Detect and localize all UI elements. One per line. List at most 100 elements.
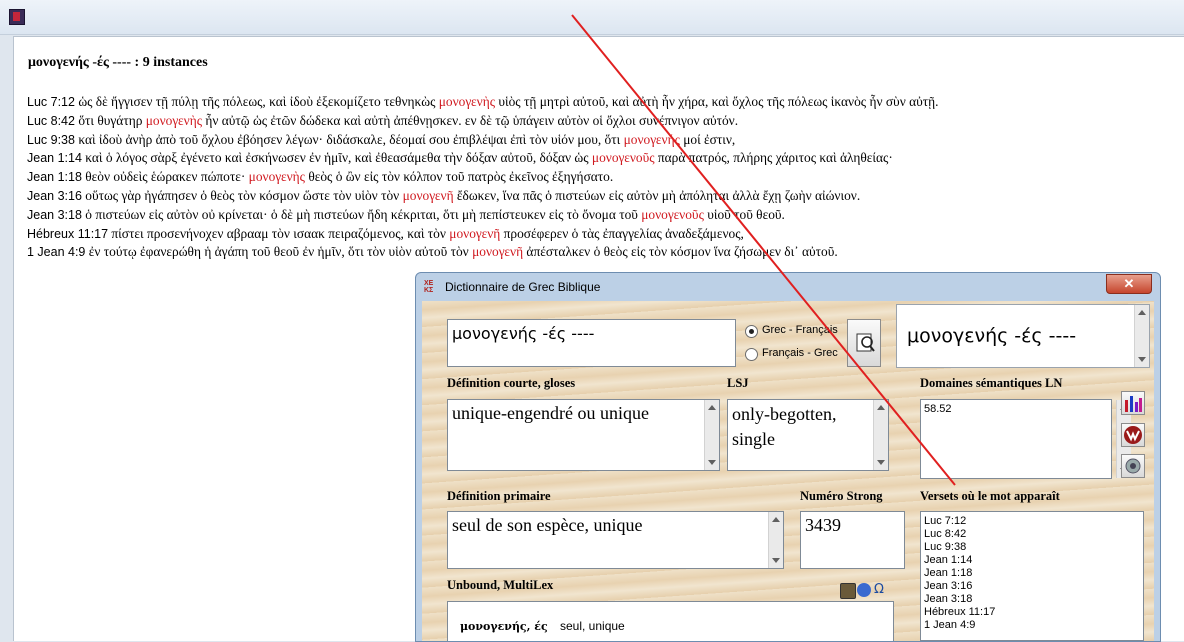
verse-line: Jean 3:16 οὕτως γὰρ ἠγάπησεν ὁ θεὸς τὸν … bbox=[27, 188, 860, 204]
verse-list-item[interactable]: Luc 7:12 bbox=[924, 515, 966, 527]
primary-definition-label: Définition primaire bbox=[447, 489, 551, 503]
unbound-multilex-label: Unbound, MultiLex bbox=[447, 578, 554, 592]
verse-list-item[interactable]: Luc 8:42 bbox=[924, 528, 966, 540]
verse-list-item[interactable]: Jean 3:18 bbox=[924, 593, 972, 605]
dictionary-dialog: ΧΕ ΚΣ Dictionnaire de Grec Biblique ✕ μο… bbox=[415, 272, 1161, 642]
close-button[interactable]: ✕ bbox=[1106, 274, 1152, 294]
highlighted-word[interactable]: μονογενὴς bbox=[439, 94, 495, 109]
verse-line: Jean 3:18 ὁ πιστεύων εἰς αὐτὸν οὐ κρίνετ… bbox=[27, 207, 785, 223]
dialog-titlebar[interactable]: ΧΕ ΚΣ Dictionnaire de Grec Biblique ✕ bbox=[416, 273, 1160, 301]
highlighted-word[interactable]: μονογενής bbox=[624, 132, 680, 147]
verse-line: Jean 1:18 θεὸν οὐδεὶς ἑώρακεν πώποτε· μο… bbox=[27, 169, 613, 185]
highlighted-word[interactable]: μονογενοῦς bbox=[641, 207, 704, 222]
search-icon bbox=[856, 333, 875, 352]
chart-button[interactable] bbox=[1121, 391, 1145, 415]
highlighted-word[interactable]: μονογενοῦς bbox=[592, 150, 655, 165]
verse-reference[interactable]: Jean 3:16 bbox=[27, 189, 82, 203]
strong-number-value: 3439 bbox=[805, 515, 841, 535]
unbound-multilex-field[interactable]: μονογενής, ές seul, unique bbox=[447, 601, 894, 641]
verse-text: οὕτως γὰρ ἠγάπησεν ὁ θεὸς τὸν κόσμον ὥστ… bbox=[81, 188, 403, 203]
dialog-title: Dictionnaire de Grec Biblique bbox=[445, 280, 601, 294]
verse-list-item[interactable]: Jean 1:18 bbox=[924, 567, 972, 579]
verse-reference[interactable]: Jean 1:18 bbox=[27, 170, 82, 184]
short-definition-label: Définition courte, gloses bbox=[447, 376, 576, 390]
verse-text: ὅτι θυγάτηρ bbox=[74, 112, 146, 128]
verse-line: Luc 9:38 καὶ ἰδοὺ ἀνὴρ ἀπὸ τοῦ ὄχλου ἐβό… bbox=[27, 132, 735, 148]
highlighted-word[interactable]: μονογενῆ bbox=[472, 244, 523, 259]
short-definition-scrollbar[interactable] bbox=[704, 400, 719, 470]
unbound-toolbar: Ω bbox=[840, 582, 890, 599]
verse-reference[interactable]: Jean 1:14 bbox=[27, 151, 82, 165]
semantic-domain-value: 58.52 bbox=[924, 403, 952, 415]
bar-chart-icon bbox=[1125, 396, 1142, 412]
radio-francais-grec[interactable] bbox=[745, 348, 758, 361]
radio-grec-francais[interactable] bbox=[745, 325, 758, 338]
verse-reference[interactable]: 1 Jean 4:9 bbox=[27, 245, 85, 259]
search-value: μονογενής -ές ---- bbox=[452, 324, 595, 343]
verse-text: καὶ ὁ λόγος σὰρξ ἐγένετο καὶ ἐσκήνωσεν ἐ… bbox=[81, 150, 592, 166]
selected-word: μονογενής -ές ---- bbox=[907, 325, 1077, 347]
main-window-titlebar bbox=[0, 0, 1184, 35]
verse-reference[interactable]: Luc 7:12 bbox=[27, 95, 75, 109]
verse-reference[interactable]: Luc 9:38 bbox=[27, 133, 75, 147]
verse-line: 1 Jean 4:9 ἐν τούτῳ ἐφανερώθη ἡ ἀγάπη το… bbox=[27, 244, 838, 260]
display-scrollbar[interactable] bbox=[1134, 305, 1149, 367]
verse-list-item[interactable]: Hébreux 11:17 bbox=[924, 606, 995, 618]
primary-definition-value: seul de son espèce, unique bbox=[452, 515, 643, 535]
unbound-definition: seul, unique bbox=[560, 619, 625, 633]
download-icon[interactable] bbox=[857, 583, 871, 597]
verse-list-item[interactable]: Luc 9:38 bbox=[924, 541, 966, 553]
omega-icon[interactable]: Ω bbox=[874, 582, 884, 597]
verse-text: μοί ἐστιν, bbox=[679, 131, 736, 147]
search-button[interactable] bbox=[847, 319, 881, 367]
radio-grec-francais-label: Grec - Français bbox=[762, 324, 838, 336]
verse-reference[interactable]: Hébreux 11:17 bbox=[27, 227, 108, 241]
verse-text: καὶ ἰδοὺ ἀνὴρ ἀπὸ τοῦ ὄχλου ἐβόησεν λέγω… bbox=[74, 131, 624, 147]
lsj-field[interactable]: only-begotten, single bbox=[727, 399, 889, 471]
verse-list-item[interactable]: Jean 3:16 bbox=[924, 580, 972, 592]
verse-reference[interactable]: Luc 8:42 bbox=[27, 114, 75, 128]
semantic-domains-label: Domaines sémantiques LN bbox=[920, 376, 1063, 390]
verse-text: θεὸς ὁ ὢν εἰς τὸν κόλπον τοῦ πατρὸς ἐκεῖ… bbox=[304, 169, 614, 185]
dictionary-icon: ΧΕ ΚΣ bbox=[424, 280, 434, 294]
verse-line: Luc 8:42 ὅτι θυγάτηρ μονογενὴς ἦν αὐτῷ ὡ… bbox=[27, 113, 738, 129]
short-definition-field[interactable]: unique-engendré ou unique bbox=[447, 399, 720, 471]
verse-line: Luc 7:12 ὡς δὲ ἤγγισεν τῇ πύλῃ τῆς πόλεω… bbox=[27, 94, 938, 110]
verse-text: υἱὸς τῇ μητρὶ αὐτοῦ, καὶ αὐτὴ ἦν χήρα, κ… bbox=[495, 94, 939, 109]
semantic-domains-field[interactable]: 58.52 bbox=[920, 399, 1131, 479]
highlighted-word[interactable]: μονογενὴς bbox=[249, 169, 305, 184]
verse-text: θεὸν οὐδεὶς ἑώρακεν πώποτε· bbox=[81, 169, 249, 185]
lsj-label: LSJ bbox=[727, 376, 749, 390]
verse-text: ὡς δὲ ἤγγισεν τῇ πύλῃ τῆς πόλεως, καὶ ἰδ… bbox=[74, 94, 439, 109]
verse-text: πίστει προσενήνοχεν αβρααμ τὸν ισαακ πει… bbox=[108, 225, 450, 241]
portrait-icon[interactable] bbox=[840, 583, 856, 599]
verse-line: Jean 1:14 καὶ ὁ λόγος σὰρξ ἐγένετο καὶ ἐ… bbox=[27, 150, 893, 166]
verse-text: προσέφερεν ὁ τὰς ἐπαγγελίας ἀναδεξάμενος… bbox=[500, 225, 744, 241]
verse-text: ἀπέσταλκεν ὁ θεὸς εἰς τὸν κόσμον ἵνα ζήσ… bbox=[523, 244, 838, 260]
verse-line: Hébreux 11:17 πίστει προσενήνοχεν αβρααμ… bbox=[27, 226, 744, 242]
verse-text: υἱοῦ τοῦ θεοῦ. bbox=[703, 206, 785, 222]
primary-definition-field[interactable]: seul de son espèce, unique bbox=[447, 511, 784, 569]
dialog-body: μονογενής -ές ---- Grec - Français Franç… bbox=[422, 301, 1154, 641]
strong-number-field[interactable]: 3439 bbox=[800, 511, 905, 569]
search-input[interactable]: μονογενής -ές ---- bbox=[447, 319, 736, 367]
app-icon[interactable] bbox=[9, 9, 25, 25]
verse-reference[interactable]: Jean 3:18 bbox=[27, 208, 82, 222]
radio-francais-grec-label: Français - Grec bbox=[762, 347, 838, 359]
verse-list-item[interactable]: 1 Jean 4:9 bbox=[924, 619, 975, 631]
highlighted-word[interactable]: μονογενὴς bbox=[146, 113, 202, 128]
highlighted-word[interactable]: μονογενῆ bbox=[403, 188, 454, 203]
verse-text: παρὰ πατρός, πλήρης χάριτος καὶ ἀληθείας… bbox=[654, 150, 893, 166]
primary-definition-scrollbar[interactable] bbox=[768, 512, 783, 568]
lsj-scrollbar[interactable] bbox=[873, 400, 888, 470]
verse-text: ἐν τούτῳ ἐφανερώθη ἡ ἀγάπη τοῦ θεοῦ ἐν ἡ… bbox=[85, 244, 473, 260]
verse-text: ἦν αὐτῷ ὡς ἐτῶν δώδεκα καὶ αὐτὴ ἀπέθνῃσκ… bbox=[202, 112, 739, 128]
audio-button[interactable] bbox=[1121, 454, 1145, 478]
selected-word-display: μονογενής -ές ---- bbox=[896, 304, 1150, 368]
verse-list-item[interactable]: Jean 1:14 bbox=[924, 554, 972, 566]
short-definition-value: unique-engendré ou unique bbox=[452, 403, 649, 423]
verse-list[interactable]: Luc 7:12 Luc 8:42 Luc 9:38 Jean 1:14 Jean 1:… bbox=[920, 511, 1144, 641]
unbound-word: μονογενής, ές bbox=[460, 620, 548, 633]
warrior-button[interactable] bbox=[1121, 423, 1145, 447]
highlighted-word[interactable]: μονογενῆ bbox=[449, 226, 500, 241]
